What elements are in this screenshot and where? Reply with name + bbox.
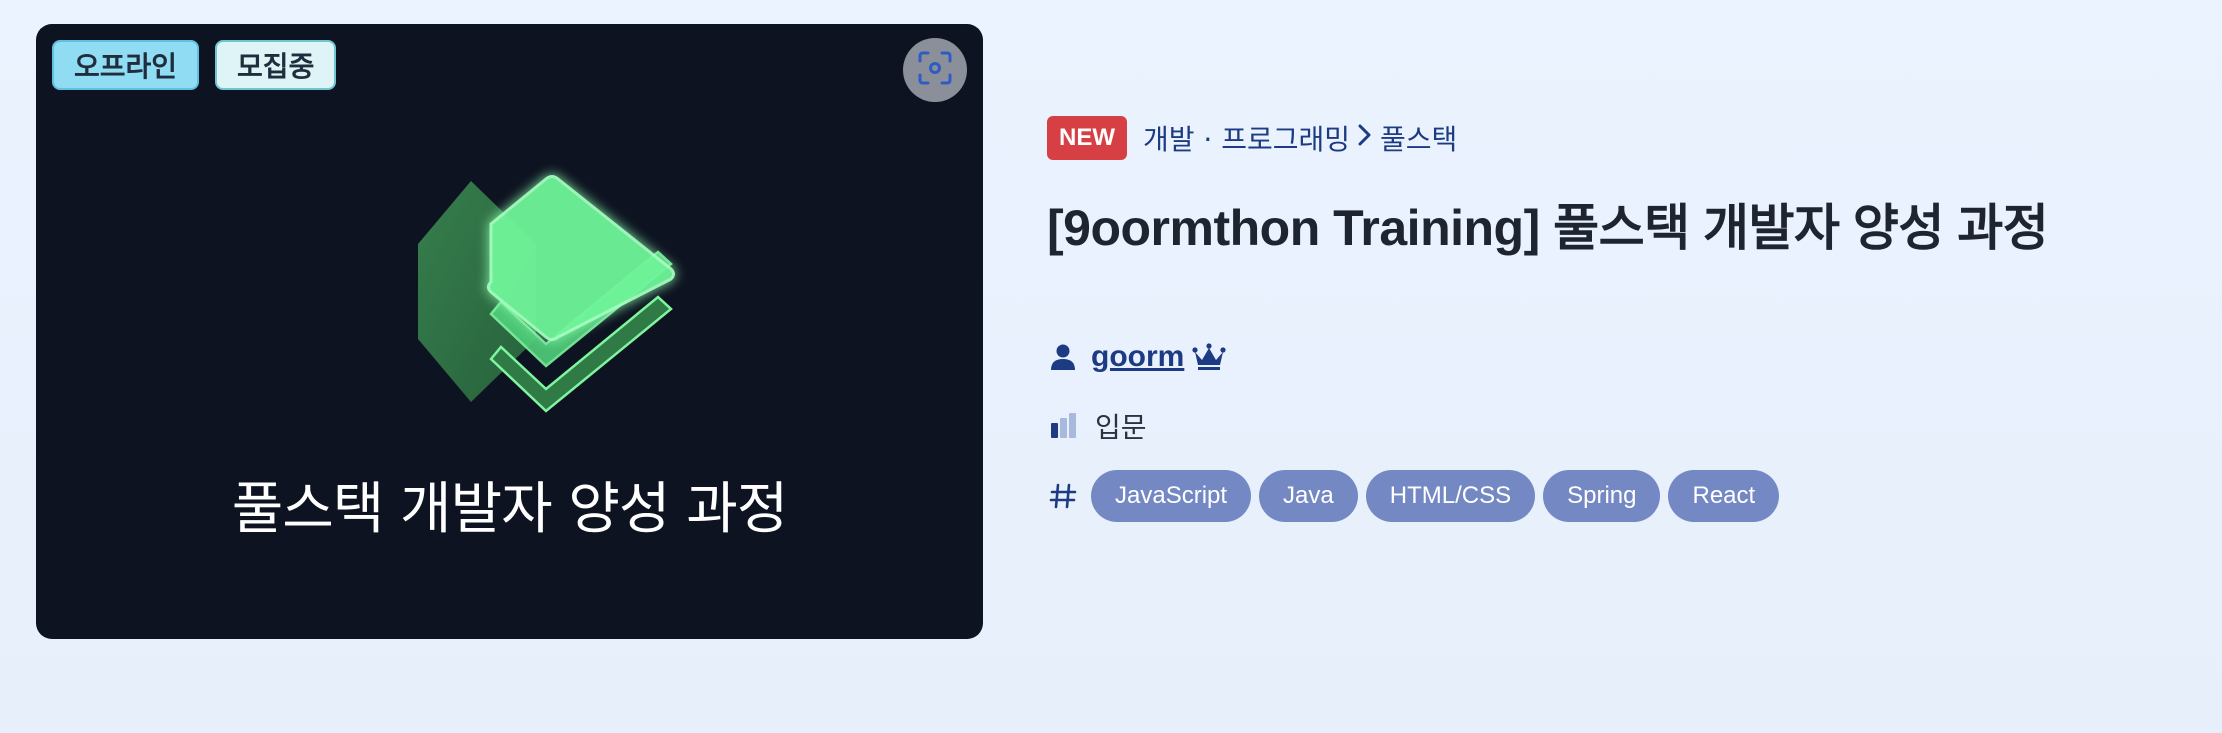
level-label: 입문 [1095,411,1147,444]
screenshot-icon [917,50,953,90]
chevron-right-icon [1356,122,1374,155]
author-row: goorm [1047,340,1226,374]
tag-spring[interactable]: Spring [1543,470,1661,522]
tag-list: JavaScript Java HTML/CSS Spring React [1091,470,1780,522]
tags-row: JavaScript Java HTML/CSS Spring React [1047,470,1780,522]
breadcrumb-category[interactable]: 개발 · 프로그래밍 [1143,118,1350,158]
course-title: [9oormthon Training] 풀스택 개발자 양성 과정 [1047,200,2049,256]
thumbnail-title: 풀스택 개발자 양성 과정 [231,477,789,542]
category-path: 개발 · 프로그래밍 풀스택 [1143,118,1457,158]
tag-react[interactable]: React [1668,470,1780,522]
level-row: 입문 [1047,406,1147,446]
tag-javascript[interactable]: JavaScript [1091,470,1252,522]
breadcrumb: NEW 개발 · 프로그래밍 풀스택 [1047,116,1457,160]
breadcrumb-subcategory[interactable]: 풀스택 [1380,118,1457,158]
course-thumbnail: 오프라인 모집중 풀스택 개발자 양성 과정 [36,24,983,639]
recruiting-badge: 모집중 [215,40,337,90]
level-bars-icon [1047,410,1079,442]
hash-icon [1047,480,1079,512]
user-icon [1047,341,1079,373]
thumbnail-badges: 오프라인 모집중 [52,40,337,90]
screenshot-button[interactable] [903,38,967,102]
layered-cube-icon [376,149,696,419]
crown-icon [1192,343,1226,371]
tag-java[interactable]: Java [1259,470,1358,522]
author-link[interactable]: goorm [1091,340,1184,374]
tag-html-css[interactable]: HTML/CSS [1365,470,1536,522]
offline-badge: 오프라인 [52,40,200,90]
new-badge: NEW [1047,116,1127,160]
course-info: NEW 개발 · 프로그래밍 풀스택 [9oormthon Training] … [1047,0,2187,733]
